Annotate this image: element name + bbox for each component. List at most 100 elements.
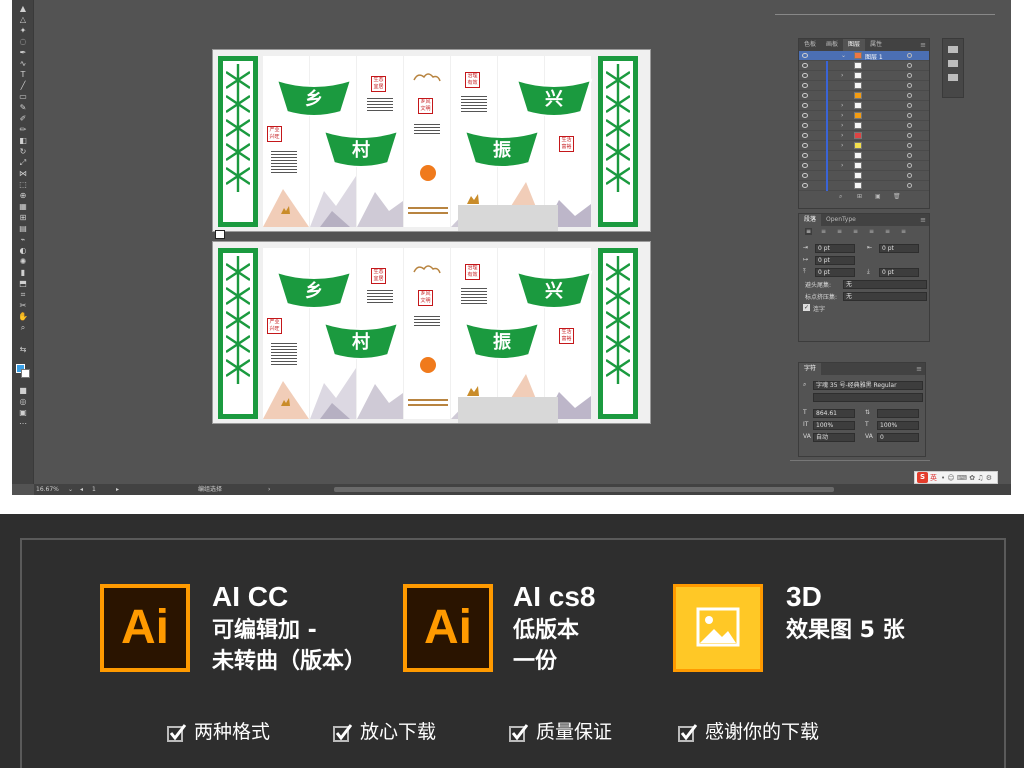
graph-tool-icon[interactable]: ▮ bbox=[16, 268, 30, 277]
artboard-tool-icon[interactable]: ⬒ bbox=[16, 279, 30, 288]
delete-layer-icon[interactable]: 🗑 bbox=[893, 193, 901, 200]
blend-tool-icon[interactable]: ◐ bbox=[16, 246, 30, 255]
tab-artboards[interactable]: 画板 bbox=[821, 39, 843, 51]
tab-layers[interactable]: 图层 bbox=[843, 39, 866, 51]
ime-language-label[interactable]: 英 bbox=[930, 473, 937, 483]
line-tool-icon[interactable]: ╱ bbox=[16, 81, 30, 90]
target-circle-icon[interactable] bbox=[907, 63, 912, 68]
visibility-eye-icon[interactable] bbox=[802, 113, 808, 118]
left-indent-field[interactable]: 0 pt bbox=[815, 244, 855, 253]
layer-row-top[interactable]: ⌄ 图层 1 bbox=[799, 51, 929, 61]
leading-field[interactable] bbox=[877, 409, 919, 418]
font-family-select[interactable]: 字魂 35 号-经典雅黑 Regular bbox=[813, 381, 923, 390]
tab-properties[interactable]: 属性 bbox=[865, 39, 887, 51]
next-artboard-icon[interactable]: ▸ bbox=[116, 484, 119, 495]
target-circle-icon[interactable] bbox=[907, 133, 912, 138]
justify-left-icon[interactable]: ≡ bbox=[853, 228, 858, 235]
sublayer-row[interactable] bbox=[799, 181, 929, 191]
visibility-eye-icon[interactable] bbox=[802, 173, 808, 178]
right-indent-field[interactable]: 0 pt bbox=[879, 244, 919, 253]
slice-tool-icon[interactable]: ⌗ bbox=[16, 290, 30, 299]
tab-swatches[interactable]: 色板 bbox=[799, 39, 821, 51]
zoom-level-field[interactable]: 16.67% bbox=[36, 484, 59, 495]
stroke-color-swatch[interactable] bbox=[21, 369, 30, 378]
horizontal-scale-field[interactable]: 100% bbox=[877, 421, 919, 430]
sublayer-row[interactable] bbox=[799, 171, 929, 181]
visibility-eye-icon[interactable] bbox=[802, 123, 808, 128]
free-transform-tool-icon[interactable]: ⬚ bbox=[16, 180, 30, 189]
more-tools-icon[interactable]: ⋯ bbox=[16, 419, 30, 428]
new-layer-icon[interactable]: ▣ bbox=[875, 193, 881, 200]
new-sublayer-icon[interactable]: ⊞ bbox=[857, 193, 862, 200]
eraser-tool-icon[interactable]: ◧ bbox=[16, 136, 30, 145]
locate-object-icon[interactable]: ⌕ bbox=[839, 193, 842, 201]
selection-tool-icon[interactable]: ▲ bbox=[16, 4, 30, 13]
mojikumi-select[interactable]: 无 bbox=[843, 292, 927, 301]
font-size-field[interactable]: 864.61 bbox=[813, 409, 855, 418]
visibility-eye-icon[interactable] bbox=[802, 83, 808, 88]
lasso-tool-icon[interactable]: ◌ bbox=[16, 37, 30, 46]
target-circle-icon[interactable] bbox=[907, 53, 912, 58]
expand-chevron-icon[interactable]: › bbox=[841, 162, 843, 169]
artboard-2[interactable]: 产业兴旺 生态宜居 乡风文明 治理有效 生活富裕 乡 村 兴 振 bbox=[212, 241, 651, 424]
artboard-number-field[interactable]: 1 bbox=[92, 484, 96, 495]
ime-toolbar[interactable]: S 英 • ☺ ⌨ ✿ ♫ ⚙ bbox=[914, 471, 998, 484]
target-circle-icon[interactable] bbox=[907, 73, 912, 78]
target-circle-icon[interactable] bbox=[907, 103, 912, 108]
target-circle-icon[interactable] bbox=[907, 183, 912, 188]
tab-character[interactable]: 字符 bbox=[799, 363, 822, 375]
paintbrush-tool-icon[interactable]: ✎ bbox=[16, 103, 30, 112]
expand-chevron-icon[interactable]: › bbox=[841, 102, 843, 109]
sublayer-row[interactable]: › bbox=[799, 141, 929, 151]
status-arrow-icon[interactable]: › bbox=[268, 484, 270, 495]
expand-chevron-icon[interactable]: ⌄ bbox=[841, 52, 846, 59]
sublayer-row[interactable] bbox=[799, 61, 929, 71]
rectangle-tool-icon[interactable]: ▭ bbox=[16, 92, 30, 101]
target-circle-icon[interactable] bbox=[907, 113, 912, 118]
canvas-area[interactable]: 产业兴旺 生态宜居 乡风文明 治理有效 生活富裕 乡 村 兴 振 产业兴旺 生态… bbox=[34, 0, 789, 484]
vertical-scale-field[interactable]: 100% bbox=[813, 421, 855, 430]
screen-mode-icon[interactable]: ▣ bbox=[16, 408, 30, 417]
space-before-field[interactable]: 0 pt bbox=[815, 268, 855, 277]
visibility-eye-icon[interactable] bbox=[802, 133, 808, 138]
target-circle-icon[interactable] bbox=[907, 143, 912, 148]
kinsoku-select[interactable]: 无 bbox=[843, 280, 927, 289]
visibility-eye-icon[interactable] bbox=[802, 103, 808, 108]
selection-handle[interactable] bbox=[215, 230, 225, 239]
sublayer-row[interactable] bbox=[799, 151, 929, 161]
sublayer-row[interactable]: › bbox=[799, 101, 929, 111]
align-left-icon[interactable]: ≡ bbox=[805, 228, 813, 235]
direct-selection-tool-icon[interactable]: △ bbox=[16, 15, 30, 24]
justify-center-icon[interactable]: ≡ bbox=[869, 228, 874, 235]
visibility-eye-icon[interactable] bbox=[802, 53, 808, 58]
magic-wand-tool-icon[interactable]: ✦ bbox=[16, 26, 30, 35]
visibility-eye-icon[interactable] bbox=[802, 163, 808, 168]
align-center-icon[interactable]: ≡ bbox=[821, 228, 826, 235]
knife-tool-icon[interactable]: ✂ bbox=[16, 301, 30, 310]
align-right-icon[interactable]: ≡ bbox=[837, 228, 842, 235]
visibility-eye-icon[interactable] bbox=[802, 153, 808, 158]
pen-tool-icon[interactable]: ✒ bbox=[16, 48, 30, 57]
visibility-eye-icon[interactable] bbox=[802, 183, 808, 188]
target-circle-icon[interactable] bbox=[907, 83, 912, 88]
sublayer-row[interactable]: › bbox=[799, 71, 929, 81]
layer-name[interactable]: 图层 1 bbox=[865, 52, 883, 61]
tracking-field[interactable]: 0 bbox=[877, 433, 919, 442]
prev-artboard-icon[interactable]: ◂ bbox=[80, 484, 83, 495]
shape-builder-tool-icon[interactable]: ⊕ bbox=[16, 191, 30, 200]
panel-icon[interactable] bbox=[948, 74, 958, 81]
target-circle-icon[interactable] bbox=[907, 123, 912, 128]
swap-colors-icon[interactable]: ⇆ bbox=[16, 345, 30, 354]
curvature-tool-icon[interactable]: ∿ bbox=[16, 59, 30, 68]
expand-chevron-icon[interactable]: › bbox=[841, 72, 843, 79]
eyedropper-tool-icon[interactable]: ⌁ bbox=[16, 235, 30, 244]
visibility-eye-icon[interactable] bbox=[802, 143, 808, 148]
sublayer-row[interactable]: › bbox=[799, 161, 929, 171]
gradient-tool-icon[interactable]: ▤ bbox=[16, 224, 30, 233]
mesh-tool-icon[interactable]: ⊞ bbox=[16, 213, 30, 222]
tab-opentype[interactable]: OpenType bbox=[821, 214, 861, 226]
artboard-1[interactable]: 产业兴旺 生态宜居 乡风文明 治理有效 生活富裕 乡 村 兴 振 bbox=[212, 49, 651, 232]
shaper-tool-icon[interactable]: ✐ bbox=[16, 114, 30, 123]
target-circle-icon[interactable] bbox=[907, 163, 912, 168]
expand-chevron-icon[interactable]: › bbox=[841, 142, 843, 149]
